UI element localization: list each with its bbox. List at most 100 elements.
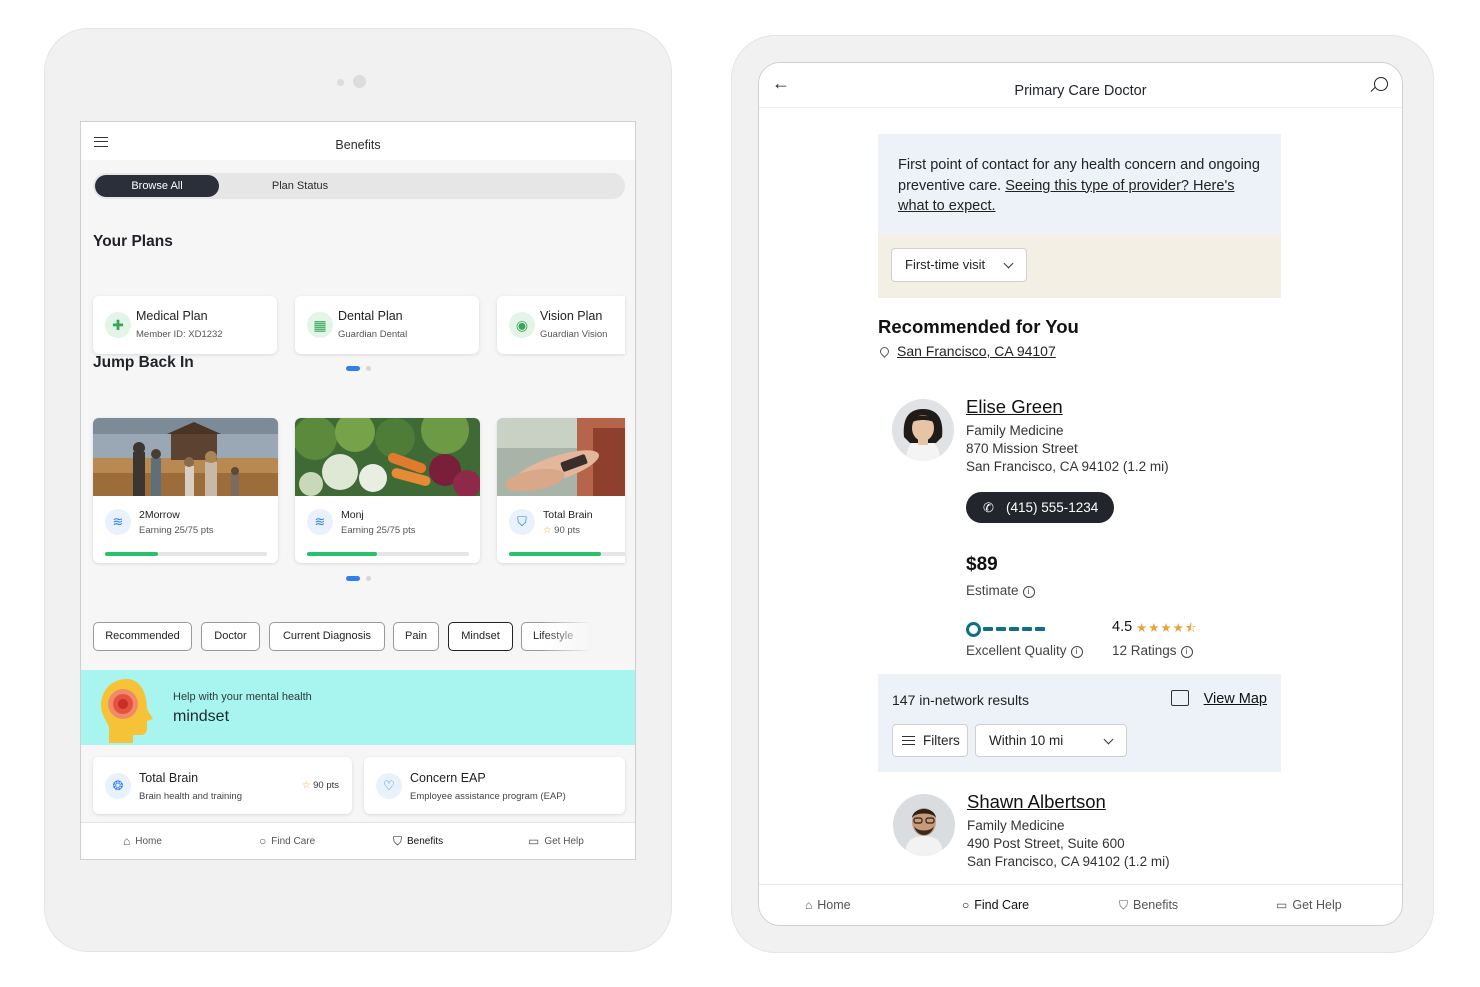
- program-card-monj[interactable]: ≋ Monj Earning 25/75 pts: [295, 418, 480, 563]
- program-name: Total Brain: [139, 771, 199, 785]
- nav-find-care[interactable]: ○ Find Care: [962, 885, 1029, 925]
- ratings-count-row: 12 Ratings i: [1112, 643, 1193, 658]
- chips-fade: [541, 622, 625, 652]
- plan-name: Vision Plan: [540, 309, 603, 323]
- nav-label: Benefits: [1133, 898, 1179, 912]
- visit-type-select[interactable]: First-time visit: [891, 248, 1027, 282]
- nav-home[interactable]: ⌂ Home: [123, 823, 162, 859]
- shield-icon: ⛉: [393, 833, 403, 848]
- program-card-2morrow[interactable]: ≋ 2Morrow Earning 25/75 pts: [93, 418, 278, 563]
- chevron-down-icon: [1003, 258, 1014, 269]
- estimate-label-row: Estimate i: [966, 583, 1035, 598]
- rating-value: 4.5: [1112, 619, 1133, 635]
- view-map-link[interactable]: View Map: [1204, 691, 1267, 707]
- nav-find-care[interactable]: ○ Find Care: [259, 823, 315, 859]
- quality-logo-icon: [966, 622, 981, 637]
- nav-benefits[interactable]: ⛉ Benefits: [393, 823, 443, 859]
- progress-track: [307, 552, 469, 556]
- chip-mindset[interactable]: Mindset: [448, 622, 513, 651]
- benefits-body: Browse All Plan Status Your Plans ✚ Medi…: [81, 160, 635, 823]
- nav-label: Home: [817, 898, 851, 912]
- plan-card-vision[interactable]: ◉ Vision Plan Guardian Vision: [497, 296, 625, 354]
- dental-icon: ▦: [307, 312, 333, 338]
- find-care-header: ← Primary Care Doctor: [759, 63, 1402, 108]
- info-icon[interactable]: i: [1022, 586, 1035, 598]
- nav-home[interactable]: ⌂ Home: [805, 885, 851, 925]
- progress-fill: [105, 552, 159, 556]
- visit-type-value: First-time visit: [905, 257, 986, 272]
- doctor-address-line2: San Francisco, CA 94102 (1.2 mi): [967, 854, 1170, 869]
- chat-icon: ▭: [1276, 898, 1288, 912]
- medical-cross-icon: ✚: [105, 312, 131, 338]
- program-name: Monj: [341, 509, 364, 521]
- plan-subtitle: Guardian Vision: [540, 329, 608, 340]
- doctor-address-line2: San Francisco, CA 94102 (1.2 mi): [966, 459, 1169, 474]
- filters-icon: [902, 736, 915, 745]
- shield-icon: ⛉: [1119, 897, 1129, 912]
- search-icon: ○: [259, 834, 267, 848]
- search-icon: ○: [962, 898, 970, 912]
- distance-select[interactable]: Within 10 mi: [975, 724, 1127, 757]
- info-icon[interactable]: i: [1070, 646, 1083, 658]
- banner-subtitle: Help with your mental health: [173, 691, 312, 703]
- filters-label: Filters: [923, 733, 960, 748]
- estimate-label: Estimate: [966, 583, 1019, 598]
- program-name: 2Morrow: [139, 509, 180, 521]
- benefits-screen: Benefits Browse All Plan Status Your Pla…: [80, 121, 636, 860]
- plan-card-medical[interactable]: ✚ Medical Plan Member ID: XD1232: [93, 296, 277, 354]
- quality-label-row: Excellent Quality i: [966, 643, 1083, 658]
- progress-track: [105, 552, 267, 556]
- program-card-total-brain-mindset[interactable]: ❂ Total Brain Brain health and training …: [93, 757, 352, 814]
- program-name: Concern EAP: [410, 771, 486, 785]
- search-icon[interactable]: [1374, 77, 1388, 91]
- home-icon: ⌂: [123, 834, 131, 848]
- chip-pain[interactable]: Pain: [393, 622, 439, 651]
- provider-description: First point of contact for any health co…: [898, 155, 1263, 217]
- chip-doctor[interactable]: Doctor: [201, 622, 260, 651]
- points-star-icon: ☆: [301, 780, 311, 791]
- nav-label: Get Help: [1292, 898, 1342, 912]
- points-star-icon: ☆: [543, 525, 552, 536]
- banner-title: mindset: [173, 708, 230, 725]
- distance-value: Within 10 mi: [989, 733, 1064, 748]
- nav-get-help[interactable]: ▭ Get Help: [528, 823, 584, 859]
- head-mindset-icon: [101, 679, 153, 743]
- family-field-photo: [93, 418, 278, 496]
- chip-recommended[interactable]: Recommended: [93, 622, 192, 651]
- program-progress-text: Earning 25/75 pts: [341, 525, 416, 536]
- page-title: Primary Care Doctor: [1014, 83, 1147, 99]
- nav-get-help[interactable]: ▭ Get Help: [1276, 885, 1342, 925]
- info-icon[interactable]: i: [1180, 646, 1193, 658]
- program-card-total-brain[interactable]: ⛉ Total Brain ☆ 90 pts: [497, 418, 625, 563]
- call-doctor-button[interactable]: ✆ (415) 555-1234: [966, 492, 1114, 523]
- ratings-count: 12 Ratings: [1112, 643, 1177, 658]
- bottom-nav: ⌂ Home ○ Find Care ⛉ Benefits ▭ Get Help: [759, 884, 1402, 925]
- program-icon: ≋: [105, 509, 131, 535]
- filters-button[interactable]: Filters: [892, 724, 968, 757]
- mindset-banner[interactable]: Help with your mental health mindset: [81, 670, 635, 745]
- hands-phone-photo: [497, 418, 625, 496]
- chip-current-diagnosis[interactable]: Current Diagnosis: [269, 622, 385, 651]
- camera-sensor: [337, 79, 344, 86]
- tab-plan-status[interactable]: Plan Status: [243, 175, 357, 197]
- program-description: Brain health and training: [139, 791, 242, 802]
- doctor-name-link[interactable]: Shawn Albertson: [967, 791, 1106, 813]
- phone-icon: ✆: [983, 500, 994, 515]
- doctor-name-link[interactable]: Elise Green: [966, 396, 1063, 418]
- plan-card-dental[interactable]: ▦ Dental Plan Guardian Dental: [295, 296, 479, 354]
- progress-track: [509, 552, 625, 556]
- nav-benefits[interactable]: ⛉ Benefits: [1119, 885, 1178, 925]
- progress-fill: [307, 552, 377, 556]
- doctor-avatar-shawn-albertson: [893, 794, 955, 856]
- tab-browse-all[interactable]: Browse All: [95, 175, 219, 197]
- map-icon[interactable]: [1171, 690, 1189, 706]
- visit-type-row: First-time visit: [878, 235, 1281, 298]
- progress-fill: [509, 552, 602, 556]
- home-icon: ⌂: [805, 898, 813, 912]
- program-card-concern-eap[interactable]: ♡ Concern EAP Employee assistance progra…: [364, 757, 625, 814]
- program-points: ☆ 90 pts: [543, 525, 580, 536]
- handshake-icon: ♡: [376, 773, 402, 799]
- program-name: Total Brain: [543, 509, 593, 521]
- program-points-value: 90 pts: [313, 780, 339, 791]
- location-link[interactable]: San Francisco, CA 94107: [897, 343, 1056, 359]
